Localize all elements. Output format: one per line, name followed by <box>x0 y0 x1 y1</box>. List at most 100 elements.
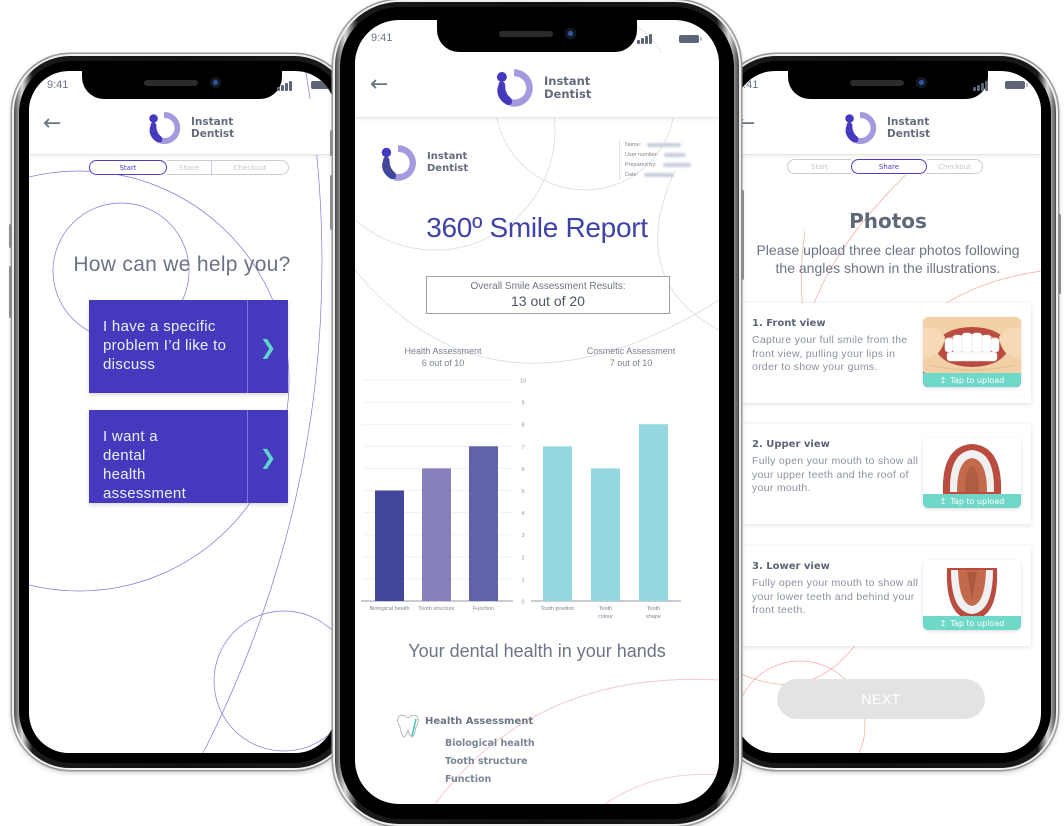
back-arrow-icon[interactable]: ← <box>370 74 388 96</box>
signal-icon <box>277 81 295 91</box>
next-button[interactable]: NEXT <box>777 679 985 719</box>
bar-tooth-structure <box>422 468 451 601</box>
logo-mark-icon <box>149 111 181 145</box>
brand-name: Instant Dentist <box>427 151 469 174</box>
battery-icon <box>311 81 334 89</box>
step-share[interactable]: Share <box>851 159 927 174</box>
logo-mark-icon <box>381 145 416 181</box>
assessment-bar-chart: 0 1 2 3 4 5 6 7 8 9 10 Biological health Tooth struc… <box>361 379 681 620</box>
redacted-value <box>647 143 682 147</box>
chevron-right-icon: ❯ <box>259 444 277 469</box>
photo-card-upper: 2. Upper view Fully open your mouth to s… <box>741 424 1031 524</box>
bar-tooth-position <box>543 446 572 601</box>
logo-mark-icon <box>496 69 533 107</box>
legend-item: Biological health <box>445 738 535 749</box>
progress-stepper: Start Share Checkout <box>787 159 983 174</box>
option-label: I want a dental health assessment <box>89 410 248 503</box>
brand-logo: Instant Dentist <box>145 109 234 147</box>
brand-logo: Instant Dentist <box>841 109 930 147</box>
x-tick-label: Biological health <box>369 606 409 612</box>
overall-value: 13 out of 20 <box>511 293 585 309</box>
redacted-value <box>644 173 675 177</box>
upload-upper-view[interactable]: ↥ Tap to upload <box>923 438 1021 508</box>
upload-front-view[interactable]: ↥ Tap to upload <box>923 317 1021 387</box>
signal-icon <box>637 34 655 44</box>
x-tick-label: Tooth <box>647 606 660 612</box>
x-tick-label: Function <box>473 606 494 612</box>
page-description: Please upload three clear photos followi… <box>756 242 1020 276</box>
y-tick-label: 2 <box>521 555 524 561</box>
report-metadata: Name: User number: Prepared by: Date: <box>619 140 691 180</box>
card-title: 2. Upper view <box>752 439 830 450</box>
option-health-assessment[interactable]: I want a dental health assessment ❯ <box>89 410 288 503</box>
upload-icon: ↥ <box>939 496 947 506</box>
legend-item: Function <box>445 774 492 785</box>
upload-lower-view[interactable]: ↥ Tap to upload <box>923 560 1021 630</box>
back-arrow-icon[interactable]: ← <box>43 113 61 135</box>
card-title: 1. Front view <box>752 318 826 329</box>
health-assessment-heading: Health Assessment 6 out of 10 <box>404 346 482 368</box>
x-tick-label: colour <box>598 614 613 620</box>
legend-item: Tooth structure <box>445 756 528 767</box>
side-button <box>9 266 12 318</box>
signal-icon <box>973 81 991 91</box>
option-label: I have a specific problem I’d like to di… <box>89 300 248 393</box>
side-button <box>1058 214 1061 294</box>
brand-name: Instant Dentist <box>191 116 235 140</box>
y-tick-label: 8 <box>521 423 524 429</box>
step-checkout[interactable]: Checkout <box>211 160 289 175</box>
screen: 9:41 ← Instant Dentist Instant Dentist N… <box>355 20 719 804</box>
brand-name: Instant Dentist <box>887 116 931 140</box>
phone-start-screen: 9:41 ← Instant Dentist Start Share Check… <box>9 54 355 770</box>
step-start[interactable]: Start <box>787 159 851 174</box>
battery-icon <box>679 35 702 43</box>
status-time: 9:41 <box>47 79 69 91</box>
cosmetic-assessment-heading: Cosmetic Assessment 7 out of 10 <box>586 346 676 368</box>
app-header: ← Instant Dentist <box>355 52 719 118</box>
y-tick-label: 0 <box>521 600 524 606</box>
notch <box>82 71 282 99</box>
bar-tooth-shape <box>639 424 668 601</box>
app-header: ← Instant Dentist <box>29 99 335 155</box>
option-specific-problem[interactable]: I have a specific problem I’d like to di… <box>89 300 288 393</box>
step-checkout[interactable]: Checkout <box>927 159 983 174</box>
overall-results-box: Overall Smile Assessment Results: 13 out… <box>426 276 670 314</box>
step-share[interactable]: Share <box>167 160 211 175</box>
report-content: Instant Dentist Name: User number: Prepa… <box>355 20 719 804</box>
tap-to-upload-button[interactable]: ↥ Tap to upload <box>923 373 1021 387</box>
x-tick-label: Tooth position <box>541 606 575 612</box>
notch <box>788 71 988 99</box>
upload-icon: ↥ <box>939 618 947 628</box>
report-subtitle: Your dental health in your hands <box>408 641 666 661</box>
x-tick-label: Tooth structure <box>418 606 454 612</box>
brand-name: Instant Dentist <box>544 74 592 101</box>
side-button <box>741 190 744 280</box>
notch <box>437 20 637 52</box>
photo-card-lower: 3. Lower view Fully open your mouth to s… <box>741 546 1031 646</box>
y-tick-label: 6 <box>521 467 524 473</box>
side-button <box>330 175 333 230</box>
upload-icon: ↥ <box>939 375 947 385</box>
status-time: 9:41 <box>371 32 393 44</box>
screen: 9:41 ← Instant Dentist Start Share Check… <box>29 71 335 753</box>
tap-to-upload-button[interactable]: ↥ Tap to upload <box>923 494 1021 508</box>
phone-report-screen: 9:41 ← Instant Dentist Instant Dentist N… <box>330 0 744 826</box>
overall-label: Overall Smile Assessment Results: <box>470 281 626 292</box>
battery-icon <box>1005 81 1028 89</box>
bar-function <box>469 446 498 601</box>
tap-to-upload-button[interactable]: ↥ Tap to upload <box>923 616 1021 630</box>
brand-logo: Instant Dentist <box>492 66 591 110</box>
step-start[interactable]: Start <box>89 160 167 175</box>
x-tick-label: Tooth <box>599 606 612 612</box>
screen: 9:41 ← Instant Dentist Start Share Check… <box>735 71 1041 753</box>
card-description: Fully open your mouth to show all your u… <box>752 455 919 494</box>
progress-stepper: Start Share Checkout <box>89 160 289 175</box>
app-header: ← Instant Dentist <box>735 99 1041 155</box>
chevron-right-icon: ❯ <box>259 334 277 359</box>
bar-biological-health <box>375 490 404 601</box>
y-tick-label: 9 <box>521 401 524 407</box>
meta-row: User number: <box>625 150 691 160</box>
card-description: Capture your full smile from the front v… <box>752 334 908 373</box>
redacted-value <box>662 163 691 167</box>
tooth-icon <box>397 714 419 738</box>
